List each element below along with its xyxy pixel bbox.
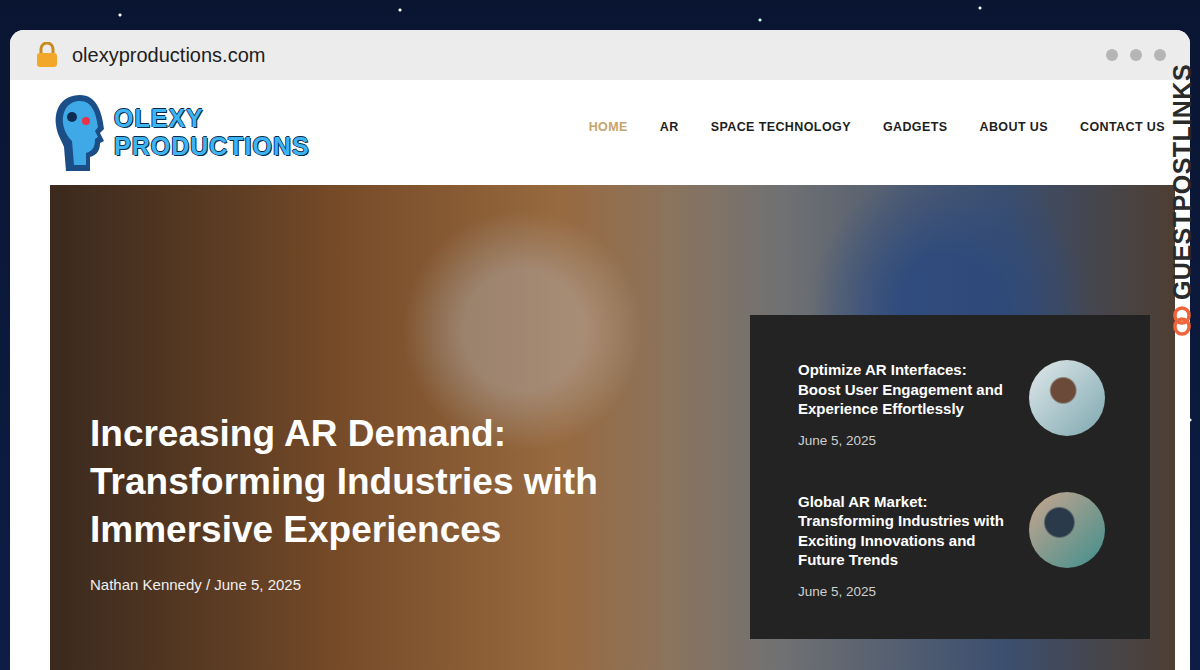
post-date: June 5, 2025 <box>798 584 1011 599</box>
screen: olexyproductions.com OLEXYPRODUCTIONS HOME… <box>0 0 1200 670</box>
post-thumbnail[interactable] <box>1029 360 1105 436</box>
post-date: June 5, 2025 <box>798 433 1011 448</box>
post-title[interactable]: Optimize AR Interfaces: Boost User Engag… <box>798 360 1011 419</box>
main-nav: HOME AR SPACE TECHNOLOGY GADGETS ABOUT US CON… <box>589 120 1175 134</box>
address-bar[interactable]: olexyproductions.com <box>10 30 1190 80</box>
post-text: Global AR Market: Transforming Industrie… <box>798 492 1011 599</box>
hero-text: Increasing AR Demand: Transforming Indus… <box>90 185 650 593</box>
hero-title[interactable]: Increasing AR Demand: Transforming Indus… <box>90 410 650 554</box>
robot-head-icon <box>50 91 108 175</box>
lock-icon <box>36 42 58 68</box>
logo-line: PRODUCTIONS <box>114 133 310 161</box>
logo-text: OLEXYPRODUCTIONS <box>114 105 310 160</box>
watermark-text: GUESTPOSTLINKS <box>1168 64 1197 300</box>
nav-item[interactable]: SPACE TECHNOLOGY <box>711 120 851 134</box>
nav-item[interactable]: AR <box>660 120 679 134</box>
browser-window: olexyproductions.com OLEXYPRODUCTIONS HOME… <box>10 30 1190 670</box>
nav-item[interactable]: GADGETS <box>883 120 948 134</box>
nav-item[interactable]: CONTACT US <box>1080 120 1165 134</box>
control-dot[interactable] <box>1130 49 1142 61</box>
side-post[interactable]: Optimize AR Interfaces: Boost User Engag… <box>798 360 1105 448</box>
logo[interactable]: OLEXYPRODUCTIONS <box>50 91 310 175</box>
link-icon <box>1170 306 1194 336</box>
watermark: GUESTPOSTLINKS <box>1164 50 1200 350</box>
side-post[interactable]: Global AR Market: Transforming Industrie… <box>798 492 1105 599</box>
url[interactable]: olexyproductions.com <box>72 44 1092 67</box>
window-controls <box>1106 49 1166 61</box>
nav-item[interactable]: HOME <box>589 120 628 134</box>
side-posts: Optimize AR Interfaces: Boost User Engag… <box>750 315 1150 639</box>
hero: Increasing AR Demand: Transforming Indus… <box>50 185 1175 670</box>
site-header: OLEXYPRODUCTIONS HOME AR SPACE TECHNOLOGY GA… <box>50 80 1175 185</box>
hero-byline: Nathan Kennedy / June 5, 2025 <box>90 576 650 593</box>
control-dot[interactable] <box>1106 49 1118 61</box>
post-title[interactable]: Global AR Market: Transforming Industrie… <box>798 492 1011 570</box>
page: OLEXYPRODUCTIONS HOME AR SPACE TECHNOLOGY GA… <box>10 80 1190 670</box>
control-dot[interactable] <box>1154 49 1166 61</box>
post-text: Optimize AR Interfaces: Boost User Engag… <box>798 360 1011 448</box>
post-thumbnail[interactable] <box>1029 492 1105 568</box>
logo-line: OLEXY <box>114 105 310 133</box>
nav-item[interactable]: ABOUT US <box>980 120 1048 134</box>
